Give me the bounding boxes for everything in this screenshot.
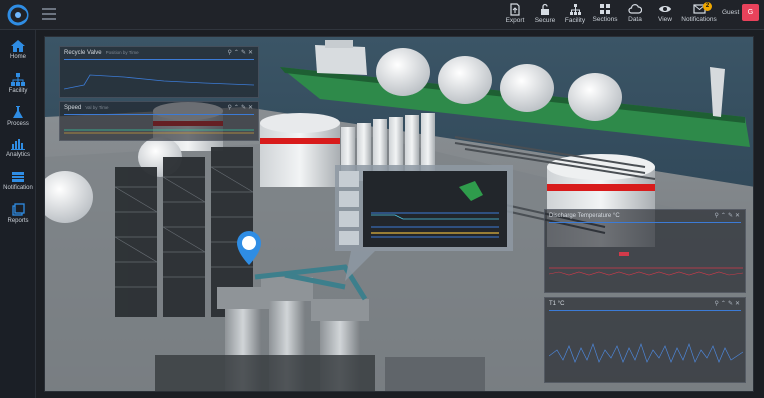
flask-icon bbox=[13, 106, 23, 118]
close-icon[interactable]: ✕ bbox=[735, 301, 742, 307]
panel-title: Discharge Temperature °C bbox=[549, 213, 620, 219]
discharge-temperature-chart bbox=[549, 252, 743, 276]
facility-icon bbox=[11, 73, 25, 86]
sidebar-item-label: Notification bbox=[3, 185, 33, 191]
export-icon bbox=[510, 3, 520, 16]
sidebar: Home Facility Process Analytics Notifica… bbox=[0, 30, 36, 398]
lock-icon bbox=[541, 3, 549, 15]
sidebar-item-process[interactable]: Process bbox=[0, 106, 36, 136]
sidebar-item-reports[interactable]: Reports bbox=[0, 203, 36, 233]
t1-temperature-chart bbox=[549, 342, 743, 363]
menu-toggle-button[interactable] bbox=[42, 8, 56, 20]
discharge-temperature-panel[interactable]: Discharge Temperature °C ⚲⌃✎✕ bbox=[544, 209, 746, 293]
sidebar-item-label: Home bbox=[9, 54, 26, 60]
sidebar-item-label: Facility bbox=[8, 88, 28, 94]
top-bar: Export Secure Facility Sections Data Vie… bbox=[0, 0, 764, 30]
edit-icon[interactable]: ✎ bbox=[728, 213, 735, 219]
notifications-label: Notifications bbox=[681, 16, 717, 23]
edit-icon[interactable]: ✎ bbox=[241, 50, 248, 56]
facility-3d-view[interactable]: Recycle Valve Position by Time ⚲⌃✎✕ Speed… bbox=[44, 36, 754, 392]
sidebar-item-label: Process bbox=[7, 121, 29, 127]
sitemap-icon bbox=[569, 4, 581, 15]
bar-chart-icon bbox=[11, 139, 25, 150]
panel-title: Recycle Valve Position by Time bbox=[64, 50, 139, 56]
collapse-icon[interactable]: ⌃ bbox=[234, 50, 241, 56]
sidebar-item-notification[interactable]: Notification bbox=[0, 171, 36, 201]
panel-controls: ⚲⌃✎✕ bbox=[715, 300, 743, 307]
sidebar-item-analytics[interactable]: Analytics bbox=[0, 138, 36, 168]
panel-divider bbox=[549, 310, 741, 311]
user-name: Guest bbox=[722, 9, 740, 16]
panel-divider bbox=[549, 222, 741, 223]
home-icon bbox=[11, 40, 25, 52]
panel-controls: ⚲⌃✎✕ bbox=[228, 49, 256, 56]
notifications-button[interactable]: 2 Notifications bbox=[677, 2, 721, 28]
panel-title: T1 °C bbox=[549, 301, 565, 307]
close-icon[interactable]: ✕ bbox=[735, 213, 742, 219]
notification-count-badge: 2 bbox=[703, 2, 712, 11]
app-logo[interactable] bbox=[6, 4, 30, 26]
speed-panel[interactable]: Speed Val by Time ⚲⌃✎✕ bbox=[59, 101, 259, 141]
notification-icon bbox=[12, 172, 24, 182]
recycle-valve-panel[interactable]: Recycle Valve Position by Time ⚲⌃✎✕ bbox=[59, 46, 259, 98]
panel-title: Speed Val by Time bbox=[64, 105, 109, 111]
sidebar-item-label: Analytics bbox=[5, 152, 30, 158]
edit-icon[interactable]: ✎ bbox=[728, 301, 735, 307]
grid-icon bbox=[600, 4, 610, 14]
collapse-icon[interactable]: ⌃ bbox=[234, 105, 241, 111]
cloud-icon bbox=[628, 4, 642, 14]
panel-divider bbox=[64, 114, 254, 115]
eye-icon bbox=[659, 6, 671, 12]
collapse-icon[interactable]: ⌃ bbox=[721, 301, 728, 307]
collapse-icon[interactable]: ⌃ bbox=[721, 213, 728, 219]
sidebar-item-home[interactable]: Home bbox=[0, 40, 36, 70]
panel-divider bbox=[64, 59, 254, 60]
close-icon[interactable]: ✕ bbox=[248, 105, 255, 111]
app-window: Export Secure Facility Sections Data Vie… bbox=[0, 0, 764, 398]
close-icon[interactable]: ✕ bbox=[248, 50, 255, 56]
recycle-valve-sparkline bbox=[64, 74, 254, 90]
avatar[interactable]: G bbox=[742, 4, 759, 21]
sidebar-item-label: Reports bbox=[7, 218, 29, 224]
sidebar-item-facility[interactable]: Facility bbox=[0, 73, 36, 103]
t1-temperature-panel[interactable]: T1 °C ⚲⌃✎✕ bbox=[544, 297, 746, 383]
edit-icon[interactable]: ✎ bbox=[241, 105, 248, 111]
panel-controls: ⚲⌃✎✕ bbox=[228, 104, 256, 111]
speed-sparkline bbox=[64, 129, 254, 134]
reports-icon bbox=[11, 203, 25, 216]
panel-controls: ⚲⌃✎✕ bbox=[715, 212, 743, 219]
